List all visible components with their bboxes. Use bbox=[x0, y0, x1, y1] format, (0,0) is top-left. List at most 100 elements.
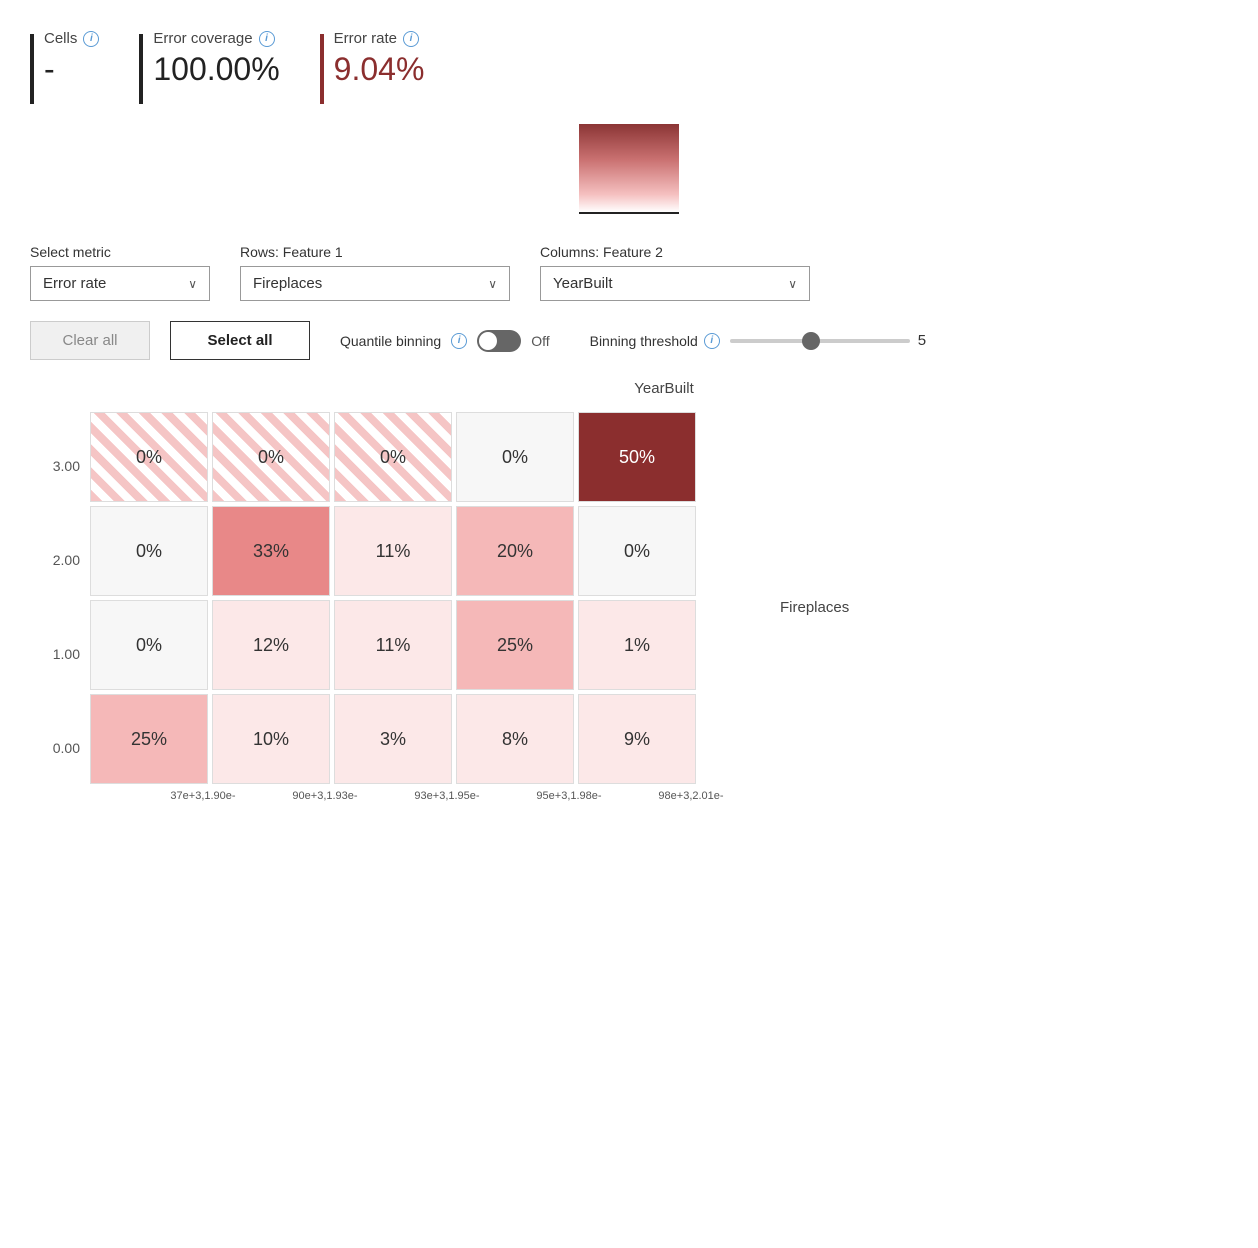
matrix-cell[interactable]: 0% bbox=[456, 412, 574, 502]
matrix-cell[interactable]: 0% bbox=[334, 412, 452, 502]
binning-label: Binning threshold i bbox=[590, 333, 720, 349]
error-coverage-label: Error coverage bbox=[153, 30, 252, 47]
binning-info-icon[interactable]: i bbox=[704, 333, 720, 349]
matrix-section: YearBuilt 3.002.001.000.00 0% 0% 0% 0% 50% 0%… bbox=[30, 380, 1228, 802]
select-all-button[interactable]: Select all bbox=[170, 321, 310, 360]
cell-value: 0% bbox=[380, 447, 406, 468]
x-axis-label: 98e+3,2.01e- bbox=[632, 790, 750, 802]
matrix-cell[interactable]: 10% bbox=[212, 694, 330, 784]
error-coverage-metric: Error coverage i 100.00% bbox=[139, 30, 279, 104]
matrix-cell[interactable]: 11% bbox=[334, 506, 452, 596]
binning-slider-value: 5 bbox=[918, 332, 938, 349]
error-coverage-content: Error coverage i 100.00% bbox=[153, 30, 279, 88]
cell-value: 9% bbox=[624, 729, 650, 750]
cells-label: Cells bbox=[44, 30, 77, 47]
x-axis-label: 93e+3,1.95e- bbox=[388, 790, 506, 802]
rows-dropdown-chevron: ∨ bbox=[488, 277, 497, 291]
rows-dropdown[interactable]: Fireplaces ∨ bbox=[240, 266, 510, 301]
x-axis-label: 37e+3,1.90e- bbox=[144, 790, 262, 802]
matrix-cell[interactable]: 8% bbox=[456, 694, 574, 784]
matrix-row-header: Fireplaces bbox=[780, 599, 849, 616]
cell-value: 0% bbox=[136, 541, 162, 562]
matrix-cell[interactable]: 20% bbox=[456, 506, 574, 596]
error-rate-bar bbox=[320, 34, 324, 104]
binning-group: Binning threshold i 5 bbox=[590, 332, 938, 349]
matrix-cell[interactable]: 9% bbox=[578, 694, 696, 784]
matrix-cell[interactable]: 1% bbox=[578, 600, 696, 690]
metric-selector-group: Select metric Error rate ∨ bbox=[30, 244, 210, 301]
error-rate-info-icon[interactable]: i bbox=[403, 31, 419, 47]
quantile-binning-label: Quantile binning bbox=[340, 333, 441, 349]
cell-value: 8% bbox=[502, 729, 528, 750]
color-legend bbox=[579, 124, 679, 214]
cell-value: 0% bbox=[136, 447, 162, 468]
cells-value: - bbox=[44, 51, 99, 88]
matrix-cell[interactable]: 3% bbox=[334, 694, 452, 784]
cell-value: 12% bbox=[253, 635, 289, 656]
binning-slider[interactable] bbox=[730, 339, 910, 343]
columns-dropdown-chevron: ∨ bbox=[788, 277, 797, 291]
matrix-cell[interactable]: 25% bbox=[90, 694, 208, 784]
cell-value: 33% bbox=[253, 541, 289, 562]
error-coverage-info-icon[interactable]: i bbox=[259, 31, 275, 47]
cell-value: 1% bbox=[624, 635, 650, 656]
y-axis-label: 3.00 bbox=[30, 421, 80, 511]
cells-info-icon[interactable]: i bbox=[83, 31, 99, 47]
columns-selector-label: Columns: Feature 2 bbox=[540, 244, 810, 260]
matrix-cell[interactable]: 0% bbox=[212, 412, 330, 502]
legend-container bbox=[30, 124, 1228, 214]
error-rate-value: 9.04% bbox=[334, 51, 425, 88]
clear-all-button[interactable]: Clear all bbox=[30, 321, 150, 360]
quantile-toggle-switch[interactable] bbox=[477, 330, 521, 352]
cell-value: 20% bbox=[497, 541, 533, 562]
rows-selector-group: Rows: Feature 1 Fireplaces ∨ bbox=[240, 244, 510, 301]
quantile-toggle-group: Quantile binning i Off bbox=[340, 330, 550, 352]
binning-slider-container: 5 bbox=[730, 332, 938, 349]
quantile-off-label: Off bbox=[531, 333, 549, 349]
controls-section: Select metric Error rate ∨ Rows: Feature… bbox=[30, 244, 1228, 360]
error-rate-content: Error rate i 9.04% bbox=[334, 30, 425, 88]
metrics-row: Cells i - Error coverage i 100.00% Error… bbox=[30, 20, 1228, 104]
cells-content: Cells i - bbox=[44, 30, 99, 88]
matrix-cell[interactable]: 33% bbox=[212, 506, 330, 596]
matrix-body: 3.002.001.000.00 0%0%0%0%50%0%33%11%20%0… bbox=[30, 412, 1228, 802]
matrix-cell[interactable]: 0% bbox=[90, 412, 208, 502]
cell-value: 3% bbox=[380, 729, 406, 750]
matrix-cell[interactable]: 50% bbox=[578, 412, 696, 502]
error-coverage-label-row: Error coverage i bbox=[153, 30, 279, 47]
cell-value: 50% bbox=[619, 447, 655, 468]
matrix-cell[interactable]: 25% bbox=[456, 600, 574, 690]
matrix-y-labels: 3.002.001.000.00 bbox=[30, 421, 80, 793]
matrix-cell[interactable]: 12% bbox=[212, 600, 330, 690]
matrix-x-labels: 37e+3,1.90e-90e+3,1.93e-93e+3,1.95e-95e+… bbox=[144, 790, 750, 802]
matrix-cell[interactable]: 0% bbox=[90, 600, 208, 690]
cell-value: 25% bbox=[131, 729, 167, 750]
cell-value: 11% bbox=[376, 635, 411, 656]
error-coverage-value: 100.00% bbox=[153, 51, 279, 88]
cell-value: 0% bbox=[624, 541, 650, 562]
columns-selector-group: Columns: Feature 2 YearBuilt ∨ bbox=[540, 244, 810, 301]
rows-dropdown-value: Fireplaces bbox=[253, 275, 322, 292]
metric-dropdown[interactable]: Error rate ∨ bbox=[30, 266, 210, 301]
error-rate-metric: Error rate i 9.04% bbox=[320, 30, 425, 104]
y-axis-label: 0.00 bbox=[30, 703, 80, 793]
rows-selector-label: Rows: Feature 1 bbox=[240, 244, 510, 260]
matrix-cell[interactable]: 11% bbox=[334, 600, 452, 690]
columns-dropdown[interactable]: YearBuilt ∨ bbox=[540, 266, 810, 301]
quantile-info-icon[interactable]: i bbox=[451, 333, 467, 349]
matrix-cell[interactable]: 0% bbox=[90, 506, 208, 596]
controls-row2: Clear all Select all Quantile binning i … bbox=[30, 321, 1228, 360]
x-axis-label: 95e+3,1.98e- bbox=[510, 790, 628, 802]
controls-row1: Select metric Error rate ∨ Rows: Feature… bbox=[30, 244, 1228, 301]
cells-label-row: Cells i bbox=[44, 30, 99, 47]
metric-dropdown-chevron: ∨ bbox=[188, 277, 197, 291]
cell-value: 25% bbox=[497, 635, 533, 656]
columns-dropdown-value: YearBuilt bbox=[553, 275, 613, 292]
matrix-cell[interactable]: 0% bbox=[578, 506, 696, 596]
matrix-row: 0% 33% 11% 20% 0% bbox=[90, 506, 750, 596]
cell-value: 0% bbox=[136, 635, 162, 656]
error-rate-label-row: Error rate i bbox=[334, 30, 425, 47]
cell-value: 0% bbox=[502, 447, 528, 468]
matrix-column-header: YearBuilt bbox=[100, 380, 1228, 397]
y-axis-label: 2.00 bbox=[30, 515, 80, 605]
